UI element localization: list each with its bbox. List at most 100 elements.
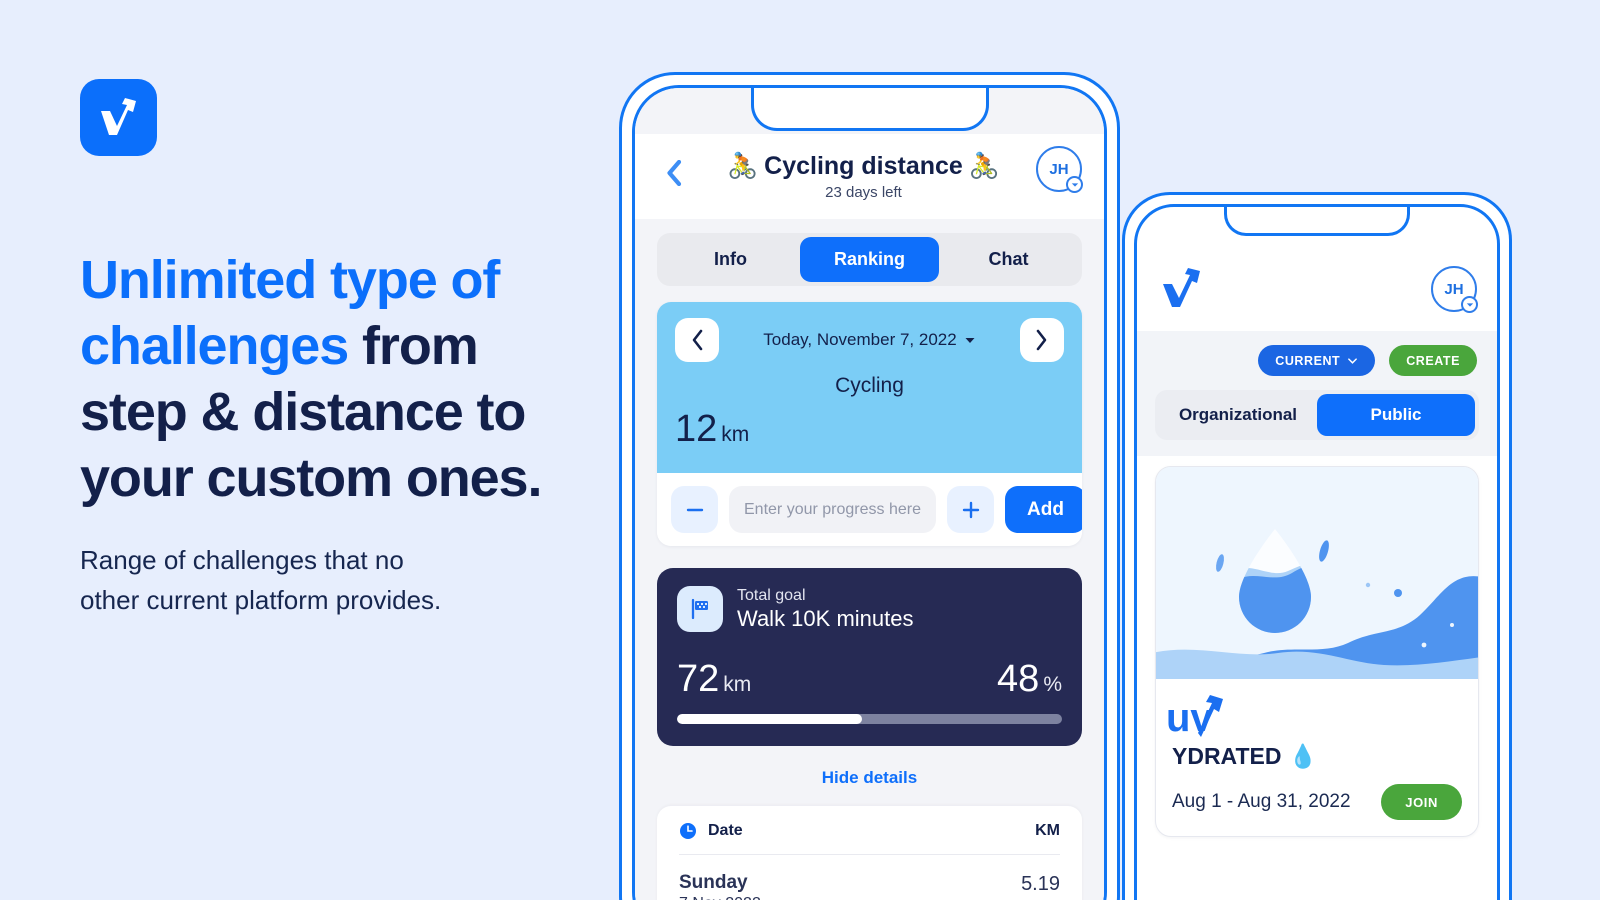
phone2-logo-icon [1157,259,1217,319]
phone2-screen-bezel: JH CURRENT CREATE Organizational Public … [1134,204,1500,900]
chevron-right-icon [1037,329,1047,351]
tab-info[interactable]: Info [661,237,800,282]
total-goal-card: Total goal Walk 10K minutes 72 km 48% [657,568,1082,746]
tab-ranking[interactable]: Ranking [800,237,939,282]
phone2-topbar: JH [1137,247,1497,331]
join-challenge-button[interactable]: JOIN [1381,784,1462,820]
cyclist-emoji-left: 🚴 [727,152,759,180]
total-goal-progress-fill [677,714,862,724]
current-filter-label: CURRENT [1275,353,1341,368]
challenge-card-body: uv YDRATED 💧 Aug 1 - Aug 31, 2022 JOIN [1156,679,1478,836]
days-left-label: 23 days left [825,184,902,201]
challenge-header: 🚴 Cycling distance 🚴 23 days left JH [635,134,1104,219]
column-date-label: Date [708,822,743,839]
activity-name: Cycling [835,374,904,397]
phone1-avatar[interactable]: JH [1036,146,1083,193]
total-goal-distance-unit: km [723,673,752,696]
challenge-card-footer: Aug 1 - Aug 31, 2022 JOIN [1172,784,1462,820]
challenge-tabs: Info Ranking Chat [635,219,1104,302]
table-row-date: Sunday 7 Nov 2022 [679,871,761,900]
total-goal-text: Total goal Walk 10K minutes [737,587,913,632]
water-drop-emoji: 💧 [1288,743,1318,769]
chevron-left-icon [692,329,702,351]
chevron-down-icon [1348,358,1358,364]
challenge-name: Cycling distance [764,152,963,180]
phone2-avatar-initials: JH [1444,280,1464,298]
back-button[interactable] [657,146,691,186]
phone2-avatar[interactable]: JH [1431,266,1478,313]
row-date: 7 Nov 2022 [679,895,761,900]
row-value: 5.19 [1021,873,1060,895]
total-goal-percent: 48% [997,658,1062,701]
page-title: Unlimited type of challenges from step &… [80,248,640,512]
daily-progress-panel: Today, November 7, 2022 Cycling 12 km En… [657,302,1082,546]
chevron-left-icon [666,160,681,186]
challenge-title-text: YDRATED [1172,743,1282,769]
create-button-label: CREATE [1406,353,1460,368]
checkered-flag-icon [677,586,723,632]
minus-icon [686,508,703,511]
increment-button[interactable] [947,486,994,533]
headline-line-1: Unlimited type of [80,250,500,310]
phone1-avatar-initials: JH [1049,160,1069,178]
total-goal-distance: 72 km [677,658,751,701]
checkmark-arrow-logo-icon [100,97,136,135]
phone2-action-bar: CURRENT CREATE [1137,331,1497,390]
phone1-avatar-caret-icon [1066,176,1083,193]
challenge-date-range: Aug 1 - Aug 31, 2022 [1172,791,1351,812]
page-subtitle: Range of challenges that no other curren… [80,540,600,621]
table-row[interactable]: Sunday 7 Nov 2022 5.19 [679,855,1060,900]
total-goal-header: Total goal Walk 10K minutes [677,586,1062,632]
phone1-notch [750,88,989,131]
tab-public[interactable]: Public [1317,394,1475,436]
headline-line-3: step & distance to [80,381,526,442]
tab-organizational[interactable]: Organizational [1159,394,1317,436]
cyclist-emoji-right: 🚴 [968,152,1000,180]
current-filter-button[interactable]: CURRENT [1258,345,1376,376]
plus-icon [962,501,979,518]
app-logo [80,79,157,156]
promo-stage: Unlimited type of challenges from step &… [0,0,1600,900]
phone2-segment-control: Organizational Public [1137,390,1497,456]
subcopy-line-2: other current platform provides. [80,585,442,616]
challenge-card-brand-icon: uv [1168,691,1462,741]
tab-chat[interactable]: Chat [939,237,1078,282]
total-goal-percent-unit: % [1043,673,1062,696]
subcopy-line-1: Range of challenges that no [80,545,404,575]
page-title-phone1: 🚴 Cycling distance 🚴 [701,152,1026,181]
headline-line-2-rest: from [348,315,479,376]
column-km-label: KM [1035,822,1060,839]
day-summary-card: Today, November 7, 2022 Cycling 12 km [657,302,1082,473]
table-date-header: Date [679,822,743,840]
table-header-row: Date KM [679,822,1060,855]
total-goal-percent-number: 48 [997,658,1040,700]
progress-table: Date KM Sunday 7 Nov 2022 5.19 [657,806,1082,900]
clock-icon [680,823,696,839]
previous-day-button[interactable] [675,318,719,362]
total-goal-label: Total goal [737,586,806,604]
add-progress-button[interactable]: Add [1005,486,1082,533]
progress-input-row: Add [657,473,1082,546]
challenge-card[interactable]: uv YDRATED 💧 Aug 1 - Aug 31, 2022 JOIN [1155,466,1479,837]
decrement-button[interactable] [671,486,718,533]
phone2-avatar-caret-icon [1461,296,1478,313]
total-goal-progress-bar [677,714,1062,724]
phone1-screen: 🚴 Cycling distance 🚴 23 days left JH Inf… [635,88,1104,900]
next-day-button[interactable] [1019,318,1064,362]
progress-input[interactable] [729,486,936,533]
create-challenge-button[interactable]: CREATE [1389,345,1477,376]
challenge-title-block: 🚴 Cycling distance 🚴 23 days left [701,146,1026,201]
day-distance-value: 12 km [675,408,1064,451]
row-weekday: Sunday [679,872,748,893]
day-distance-number: 12 [675,408,718,450]
total-goal-stats: 72 km 48% [677,658,1062,701]
phone2-screen: JH CURRENT CREATE Organizational Public … [1137,207,1497,900]
date-navigator: Today, November 7, 2022 [675,318,1064,362]
hide-details-link[interactable]: Hide details [635,746,1104,806]
total-goal-distance-number: 72 [677,658,720,700]
phone-mockup-primary: 🚴 Cycling distance 🚴 23 days left JH Inf… [619,72,1120,900]
date-dropdown[interactable]: Today, November 7, 2022 [763,330,975,350]
day-distance-unit: km [721,423,750,446]
water-droplet-illustration [1156,467,1478,679]
headline-line-2-highlight: challenges [80,315,349,376]
